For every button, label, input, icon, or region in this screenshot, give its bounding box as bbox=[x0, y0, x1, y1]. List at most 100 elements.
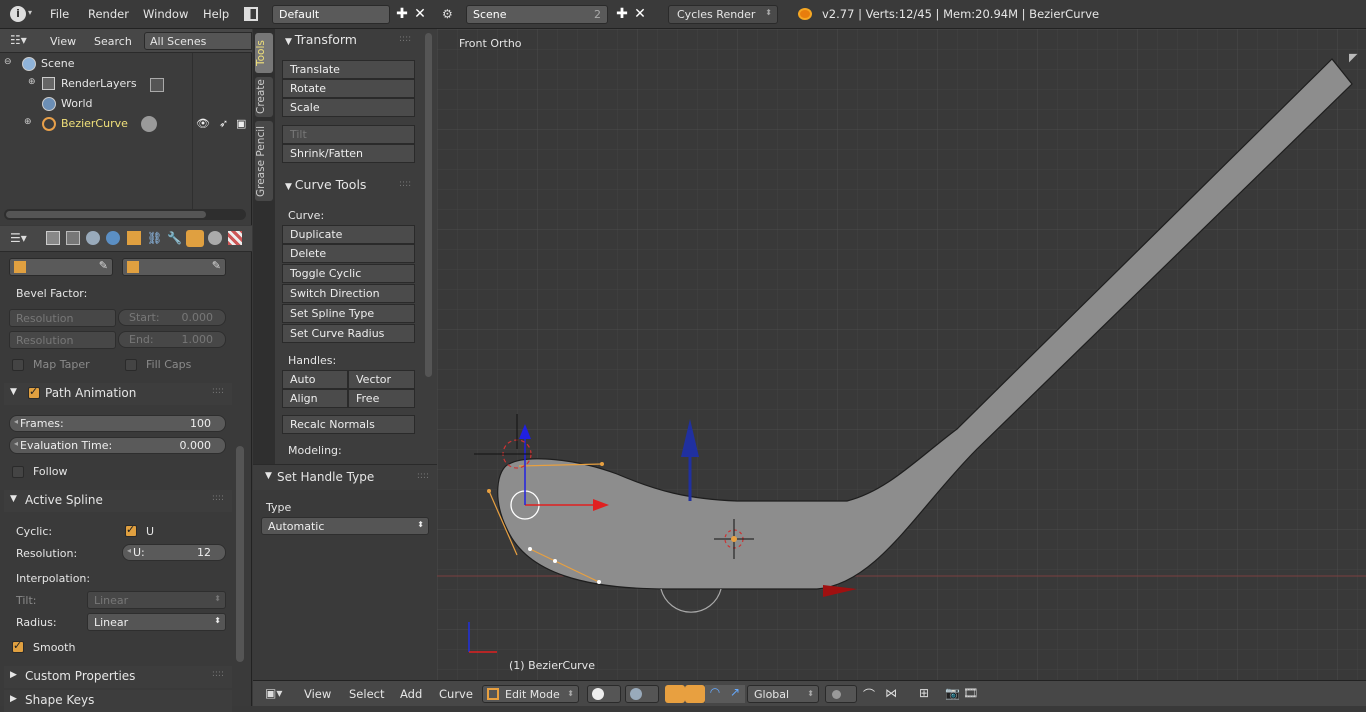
outliner-view-menu[interactable]: View bbox=[50, 35, 76, 48]
switch-direction-button[interactable]: Switch Direction bbox=[282, 284, 415, 303]
bevel-resolution-select-b[interactable]: Resolution bbox=[9, 331, 116, 349]
object-selector[interactable]: ✎ bbox=[9, 258, 113, 276]
modifiers-tab-icon[interactable]: 🔧 bbox=[167, 231, 182, 245]
render-tab-icon[interactable] bbox=[46, 231, 60, 245]
menu-select[interactable]: Select bbox=[349, 687, 384, 701]
translate-button[interactable]: Translate bbox=[282, 60, 415, 79]
curve-data-tab-icon[interactable] bbox=[186, 230, 204, 247]
follow-checkbox[interactable] bbox=[12, 466, 24, 478]
panel-collapse-icon[interactable]: ▼ bbox=[265, 471, 272, 481]
shrink-fatten-button[interactable]: Shrink/Fatten bbox=[282, 144, 415, 163]
layout-icon[interactable] bbox=[244, 7, 258, 21]
add-scene-button[interactable]: ✚ bbox=[613, 5, 631, 24]
panel-grip-icon[interactable]: :::: bbox=[212, 386, 224, 396]
cyclic-u-checkbox[interactable] bbox=[125, 523, 137, 537]
resolution-u-field[interactable]: ◂ U: 12 bbox=[122, 544, 226, 561]
duplicate-button[interactable]: Duplicate bbox=[282, 225, 415, 244]
panel-grip-icon[interactable]: :::: bbox=[399, 34, 411, 44]
object-selector-secondary[interactable]: ✎ bbox=[122, 258, 226, 276]
fill-caps-checkbox[interactable] bbox=[125, 359, 137, 371]
collapse-icon[interactable]: ⊖ bbox=[4, 57, 12, 67]
tree-item-world[interactable]: World bbox=[0, 94, 252, 114]
control-point[interactable] bbox=[553, 559, 557, 563]
rotate-manipulator-icon[interactable]: ◠ bbox=[705, 685, 725, 703]
active-spline-panel-header[interactable]: ▼ Active Spline :::: bbox=[4, 490, 232, 512]
panel-grip-icon[interactable]: :::: bbox=[212, 493, 224, 503]
expand-icon[interactable]: ⊕ bbox=[28, 77, 36, 87]
handle-vector-button[interactable]: Vector bbox=[348, 370, 415, 389]
snap-toggle-icon[interactable]: ⌒ bbox=[863, 686, 875, 703]
transform-section-title[interactable]: ▼ Transform bbox=[285, 32, 357, 47]
menu-curve[interactable]: Curve bbox=[439, 687, 473, 701]
tree-item-renderlayers[interactable]: ⊕ RenderLayers bbox=[0, 74, 252, 94]
operator-panel-header[interactable]: ▼ Set Handle Type :::: bbox=[253, 464, 437, 490]
world-tab-icon[interactable] bbox=[106, 231, 120, 245]
panel-grip-icon[interactable]: :::: bbox=[399, 179, 411, 189]
cursor-select-icon[interactable]: ➶ bbox=[219, 117, 228, 130]
toolshelf-scrollbar[interactable] bbox=[425, 33, 432, 377]
delete-button[interactable]: Delete bbox=[282, 244, 415, 263]
set-spline-type-button[interactable]: Set Spline Type bbox=[282, 304, 415, 323]
recalc-normals-button[interactable]: Recalc Normals bbox=[282, 415, 415, 434]
menu-view[interactable]: View bbox=[304, 687, 331, 701]
object-tab-icon[interactable] bbox=[127, 231, 141, 245]
custom-properties-panel-header[interactable]: ▶ Custom Properties :::: bbox=[4, 666, 232, 688]
panel-collapse-icon[interactable]: ▼ bbox=[10, 494, 17, 504]
close-scene-button[interactable]: ✕ bbox=[631, 5, 649, 24]
bevel-end-field[interactable]: End: 1.000 bbox=[118, 331, 226, 348]
bevel-start-field[interactable]: Start: 0.000 bbox=[118, 309, 226, 326]
proportional-edit-select[interactable] bbox=[825, 685, 857, 703]
eye-icon[interactable]: 👁 bbox=[196, 117, 210, 130]
outliner-filter-select[interactable]: All Scenes bbox=[144, 32, 252, 50]
render-animation-icon[interactable]: 🎞 bbox=[963, 686, 978, 700]
menu-help[interactable]: Help bbox=[203, 7, 229, 21]
map-taper-checkbox[interactable] bbox=[12, 359, 24, 371]
tilt-interpolation-select[interactable]: Linear ⬍ bbox=[87, 591, 226, 609]
rotate-button[interactable]: Rotate bbox=[282, 79, 415, 98]
panel-expand-icon[interactable]: ▶ bbox=[10, 670, 17, 680]
menu-window[interactable]: Window bbox=[143, 7, 188, 21]
radius-interpolation-select[interactable]: Linear ⬍ bbox=[87, 613, 226, 631]
mode-select[interactable]: Edit Mode ⬍ bbox=[482, 685, 579, 703]
tab-grease-pencil[interactable]: Grease Pencil bbox=[255, 121, 273, 201]
control-point[interactable] bbox=[600, 462, 604, 466]
constraints-tab-icon[interactable]: ⛓ bbox=[147, 231, 162, 245]
panel-grip-icon[interactable]: :::: bbox=[212, 669, 224, 679]
manipulator-toggle-icon[interactable] bbox=[665, 685, 685, 703]
render-layer-icon[interactable] bbox=[150, 78, 164, 92]
material-tab-icon[interactable] bbox=[208, 231, 222, 245]
tree-item-beziercurve[interactable]: ⊕ BezierCurve 👁 ➶ ▣ bbox=[0, 114, 252, 134]
tree-item-scene[interactable]: ⊖ Scene bbox=[0, 54, 252, 74]
eyedropper-icon[interactable]: ✎ bbox=[212, 259, 221, 272]
control-point[interactable] bbox=[487, 489, 491, 493]
close-layout-button[interactable]: ✕ bbox=[411, 5, 429, 24]
translate-manipulator-icon[interactable] bbox=[685, 685, 705, 703]
toggle-cyclic-button[interactable]: Toggle Cyclic bbox=[282, 264, 415, 283]
bevel-resolution-select-a[interactable]: Resolution bbox=[9, 309, 116, 327]
properties-editor-type-icon[interactable]: ☰▾ bbox=[10, 231, 27, 245]
outliner-editor-type-icon[interactable]: ☷▾ bbox=[10, 33, 32, 49]
add-layout-button[interactable]: ✚ bbox=[393, 5, 411, 24]
scene-icon[interactable]: ⚙ bbox=[442, 7, 458, 21]
curve-data-icon[interactable] bbox=[141, 116, 157, 132]
tilt-button[interactable]: Tilt bbox=[282, 125, 415, 144]
viewport-shading-select[interactable] bbox=[587, 685, 621, 703]
render-engine-select[interactable]: Cycles Render ⬍ bbox=[668, 5, 778, 24]
control-point[interactable] bbox=[528, 547, 532, 551]
editor-type-icon[interactable]: ▣▾ bbox=[265, 686, 289, 702]
handle-free-button[interactable]: Free bbox=[348, 389, 415, 408]
panel-expand-icon[interactable]: ▶ bbox=[10, 694, 17, 704]
smooth-checkbox[interactable] bbox=[12, 639, 24, 653]
camera-render-icon[interactable]: ▣ bbox=[236, 117, 246, 130]
pivot-point-select[interactable] bbox=[625, 685, 659, 703]
frames-field[interactable]: ◂ Frames: 100 bbox=[9, 415, 226, 432]
outliner-scrollbar[interactable] bbox=[4, 209, 246, 220]
eyedropper-icon[interactable]: ✎ bbox=[99, 259, 108, 272]
scale-manipulator-icon[interactable]: ↗ bbox=[725, 685, 745, 703]
set-curve-radius-button[interactable]: Set Curve Radius bbox=[282, 324, 415, 343]
split-corner-icon[interactable]: ◤ bbox=[1349, 51, 1365, 67]
layout-name-field[interactable]: Default bbox=[272, 5, 390, 24]
chevron-down-icon[interactable]: ▾ bbox=[28, 8, 32, 17]
snap-element-icon[interactable]: ⋈ bbox=[885, 686, 897, 700]
tab-create[interactable]: Create bbox=[255, 77, 273, 117]
